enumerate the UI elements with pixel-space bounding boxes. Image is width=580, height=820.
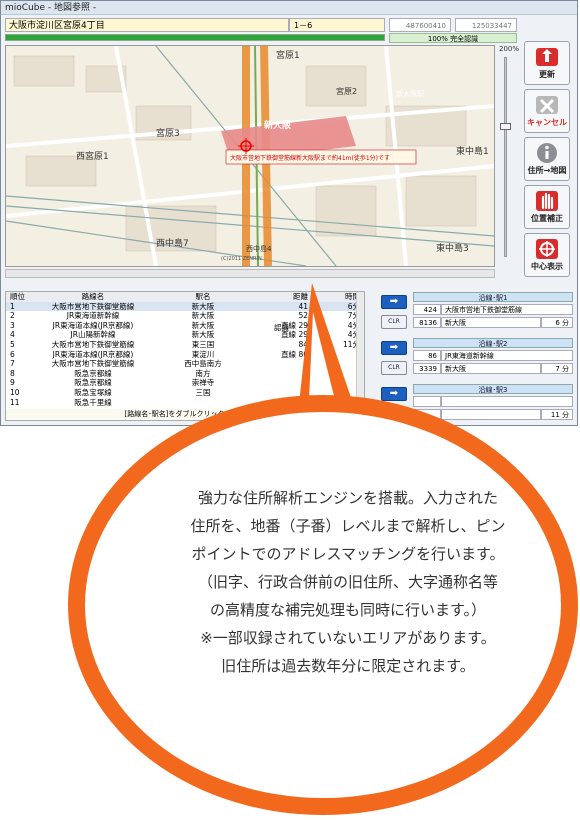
callout-line: ※一部収録されていないエリアがあります。 <box>200 629 496 647</box>
callout-line: の高精度な補完処理も同時に行います。） <box>209 601 486 619</box>
callout-line: 強力な住所解析エンジンを搭載。入力された <box>197 489 498 507</box>
callout-line: ポイントでのアドレスマッチングを行います。 <box>191 545 505 563</box>
callout-line: （旧字、行政合併前の旧住所、大字通称名等 <box>197 573 498 591</box>
callout-line: 旧住所は過去数年分に限定されます。 <box>221 657 475 675</box>
callout-text: 強力な住所解析エンジンを搭載。入力された 住所を、地番（子番）レベルまで解析し、… <box>158 484 538 680</box>
callout-line: 住所を、地番（子番）レベルまで解析し、ピン <box>190 517 506 535</box>
